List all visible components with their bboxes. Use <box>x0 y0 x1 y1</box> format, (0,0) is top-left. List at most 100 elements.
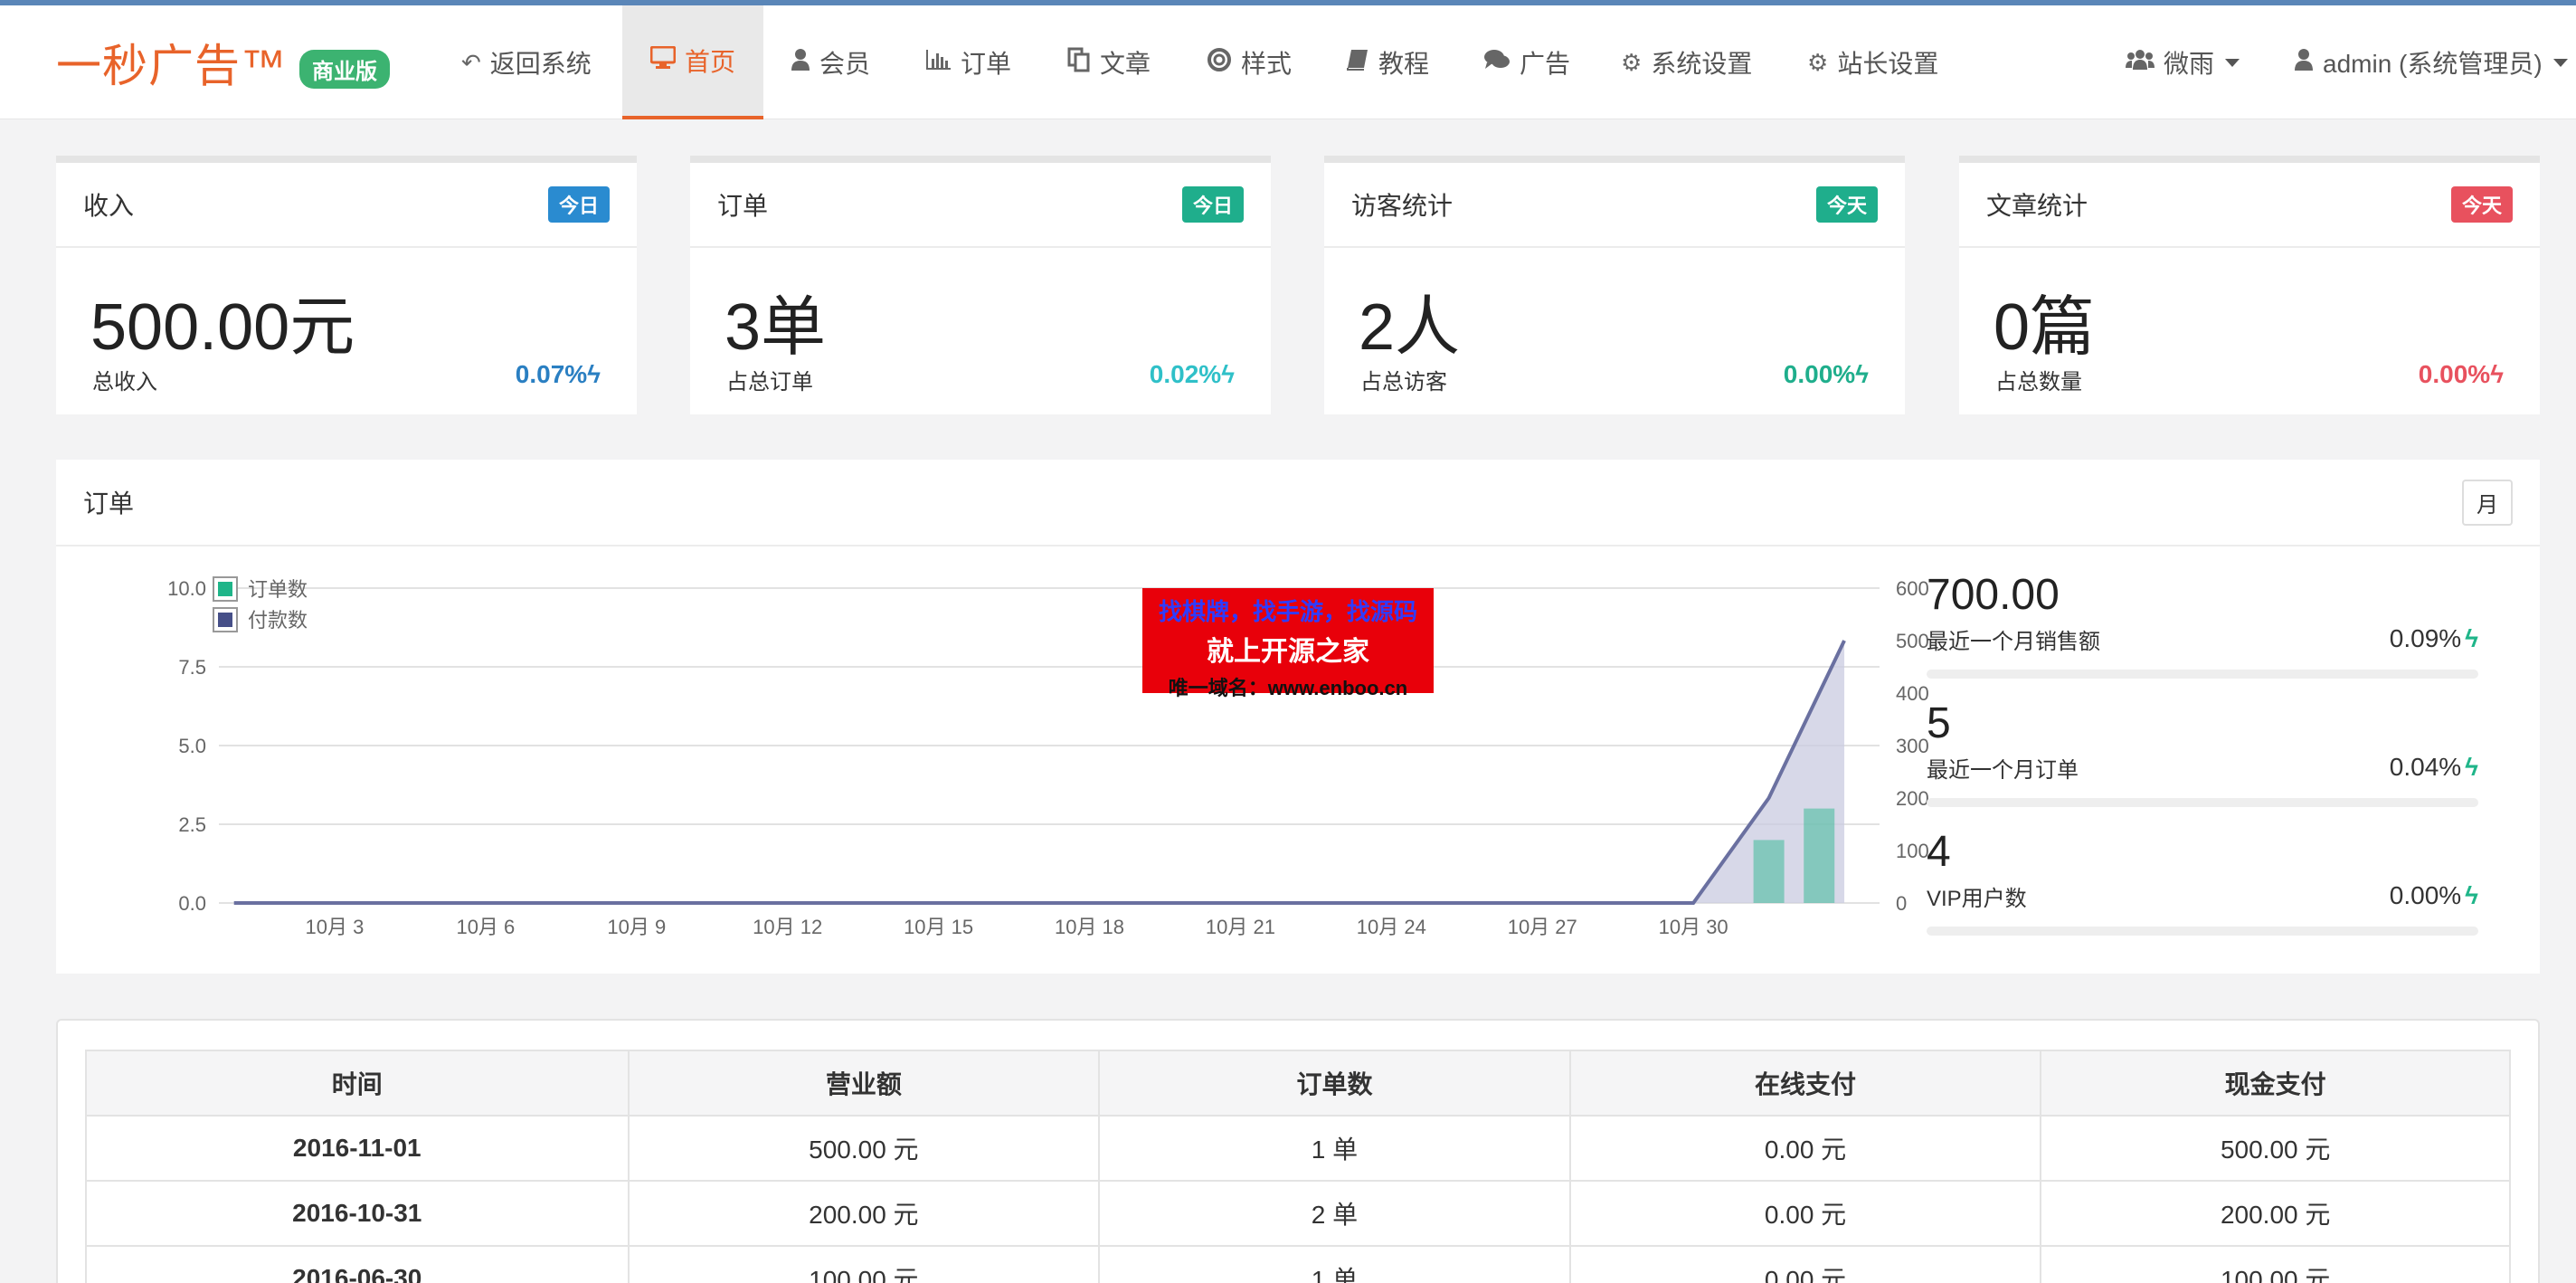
progress-bar <box>1927 798 2478 807</box>
x-tick-label: 10月 30 <box>1659 916 1728 938</box>
card-title: 文章统计 <box>1986 192 2088 220</box>
vip-users-stat: 4 VIP用户数 0.00% ϟ <box>1927 827 2478 955</box>
monthly-sales-stat: 700.00 最近一个月销售额 0.09% ϟ <box>1927 570 2478 699</box>
card-value: 3单 <box>724 291 827 364</box>
card-subtitle: 总收入 <box>92 370 157 394</box>
y-right-tick-label: 300 <box>1896 735 1929 757</box>
stat-percent: 0.00% ϟ <box>2389 881 2478 909</box>
nav-articles[interactable]: 文章 <box>1056 5 1161 119</box>
progress-bar <box>1927 670 2478 679</box>
x-tick-label: 10月 9 <box>607 916 666 938</box>
nav-styles[interactable]: 样式 <box>1196 5 1302 119</box>
chevron-down-icon <box>2552 58 2568 67</box>
period-badge: 今天 <box>1815 186 1878 223</box>
nav-back-system[interactable]: ↶ 返回系统 <box>450 5 602 119</box>
stat-value: 5 <box>1927 699 1951 747</box>
nav-members[interactable]: 会员 <box>780 5 881 119</box>
users-icon <box>2126 49 2155 77</box>
brand-name: 一秒广告™ <box>56 41 287 91</box>
stat-value: 700.00 <box>1927 571 2060 619</box>
orders-chart-panel: 订单 月 10.0 7.5 5.0 2.5 0.0 600 500 400 300 200 100 0… <box>56 460 2540 974</box>
column-header: 时间 <box>85 1050 630 1117</box>
bolt-icon: ϟ <box>1221 360 1235 388</box>
cell-online: 0.00 元 <box>1568 1115 2042 1182</box>
period-badge: 今日 <box>1181 186 1244 223</box>
book-icon <box>1346 48 1369 78</box>
ad-line-2: 就上开源之家 <box>1207 637 1369 667</box>
period-badge: 今天 <box>2450 186 2513 223</box>
nav-system-settings[interactable]: ⚙ 系统设置 <box>1610 5 1763 119</box>
card-percent: 0.02%ϟ <box>1149 360 1235 388</box>
payments-area <box>233 641 1845 903</box>
x-tick-label: 10月 6 <box>456 916 515 938</box>
bolt-icon: ϟ <box>587 360 601 388</box>
nav-label: 首页 <box>684 48 735 76</box>
brand[interactable]: 一秒广告™ 商业版 <box>56 31 390 94</box>
column-header: 现金支付 <box>2040 1050 2511 1117</box>
copy-icon <box>1067 47 1091 79</box>
articles-card: 文章统计 今天 0篇 占总数量 0.00%ϟ <box>1959 156 2540 414</box>
y-left-tick-label: 0.0 <box>178 892 206 915</box>
progress-bar <box>1927 927 2478 936</box>
bolt-icon: ϟ <box>2465 753 2478 781</box>
nav-orders[interactable]: 订单 <box>914 5 1022 119</box>
comments-icon <box>1483 48 1511 78</box>
bolt-icon: ϟ <box>1855 360 1869 388</box>
nav-label: 教程 <box>1378 50 1430 78</box>
legend-label: 订单数 <box>248 578 308 601</box>
bar-chart-icon <box>924 48 952 78</box>
desktop-icon <box>649 45 677 76</box>
table-row: 2016-06-30 100.00 元 1 单 0.00 元 100.00 元 <box>85 1245 2511 1283</box>
cell-date: 2016-11-01 <box>85 1115 630 1182</box>
y-left-tick-label: 5.0 <box>178 735 206 757</box>
admin-dropdown[interactable]: admin (系统管理员) <box>2283 5 2568 119</box>
table-row: 2016-11-01 500.00 元 1 单 0.00 元 500.00 元 <box>85 1115 2511 1182</box>
bolt-icon: ϟ <box>2465 881 2478 909</box>
gear-icon: ⚙ <box>1807 48 1829 76</box>
y-left-tick-label: 7.5 <box>178 656 206 679</box>
nav-home[interactable]: 首页 <box>622 5 763 119</box>
x-tick-label: 10月 12 <box>753 916 822 938</box>
orders-chart: 10.0 7.5 5.0 2.5 0.0 600 500 400 300 200 100 0 10月 3… <box>167 576 1929 938</box>
nav-label: 返回系统 <box>489 50 592 78</box>
daily-summary-panel: 时间 营业额 订单数 在线支付 现金支付 2016-11-01 500.00 元… <box>56 1019 2540 1283</box>
stat-percent: 0.09% ϟ <box>2389 624 2478 652</box>
nav-tutorials[interactable]: 教程 <box>1335 5 1440 119</box>
card-value: 0篇 <box>1994 291 2096 364</box>
daily-summary-table: 时间 营业额 订单数 在线支付 现金支付 2016-11-01 500.00 元… <box>85 1050 2511 1283</box>
y-right-tick-label: 600 <box>1896 577 1929 600</box>
bolt-icon: ϟ <box>2490 360 2504 388</box>
column-header: 订单数 <box>1098 1050 1571 1117</box>
cell-orders: 1 单 <box>1098 1115 1571 1182</box>
orders-card: 订单 今日 3单 占总订单 0.02%ϟ <box>690 156 1271 414</box>
nav-webmaster-settings[interactable]: ⚙ 站长设置 <box>1796 5 1949 119</box>
weiyu-dropdown[interactable]: 微雨 <box>2115 5 2250 119</box>
cell-orders: 1 单 <box>1098 1245 1571 1283</box>
x-tick-label: 10月 27 <box>1508 916 1577 938</box>
card-header: 收入 今日 <box>56 163 637 248</box>
nav-ads[interactable]: 广告 <box>1473 5 1581 119</box>
nav-label: 文章 <box>1100 50 1151 78</box>
cell-date: 2016-06-30 <box>85 1245 630 1283</box>
gear-icon: ⚙ <box>1621 48 1643 76</box>
month-range-button[interactable]: 月 <box>2462 479 2513 526</box>
cell-cash: 500.00 元 <box>2040 1115 2511 1182</box>
monthly-orders-stat: 5 最近一个月订单 0.04% ϟ <box>1927 699 2478 827</box>
ad-banner[interactable]: 找棋牌，找手游，找源码 就上开源之家 唯一域名：www.enboo.cn <box>1142 588 1434 699</box>
cell-revenue: 100.00 元 <box>627 1245 1101 1283</box>
panel-title: 订单 <box>83 489 135 518</box>
stat-value: 4 <box>1927 828 1951 876</box>
orders-bar <box>1753 840 1785 903</box>
legend-swatch <box>218 582 232 596</box>
edition-badge: 商业版 <box>299 49 390 89</box>
y-left-tick-label: 2.5 <box>178 813 206 836</box>
x-tick-label: 10月 15 <box>904 916 973 938</box>
card-percent: 0.00%ϟ <box>2418 360 2504 388</box>
card-percent: 0.00%ϟ <box>1783 360 1869 388</box>
ad-line-1: 找棋牌，找手游，找源码 <box>1158 598 1417 625</box>
visitors-card: 访客统计 今天 2人 占总访客 0.00%ϟ <box>1324 156 1905 414</box>
card-percent: 0.07%ϟ <box>515 360 601 388</box>
cell-cash: 100.00 元 <box>2040 1245 2511 1283</box>
card-value: 2人 <box>1359 291 1461 364</box>
weiyu-label: 微雨 <box>2164 50 2215 78</box>
